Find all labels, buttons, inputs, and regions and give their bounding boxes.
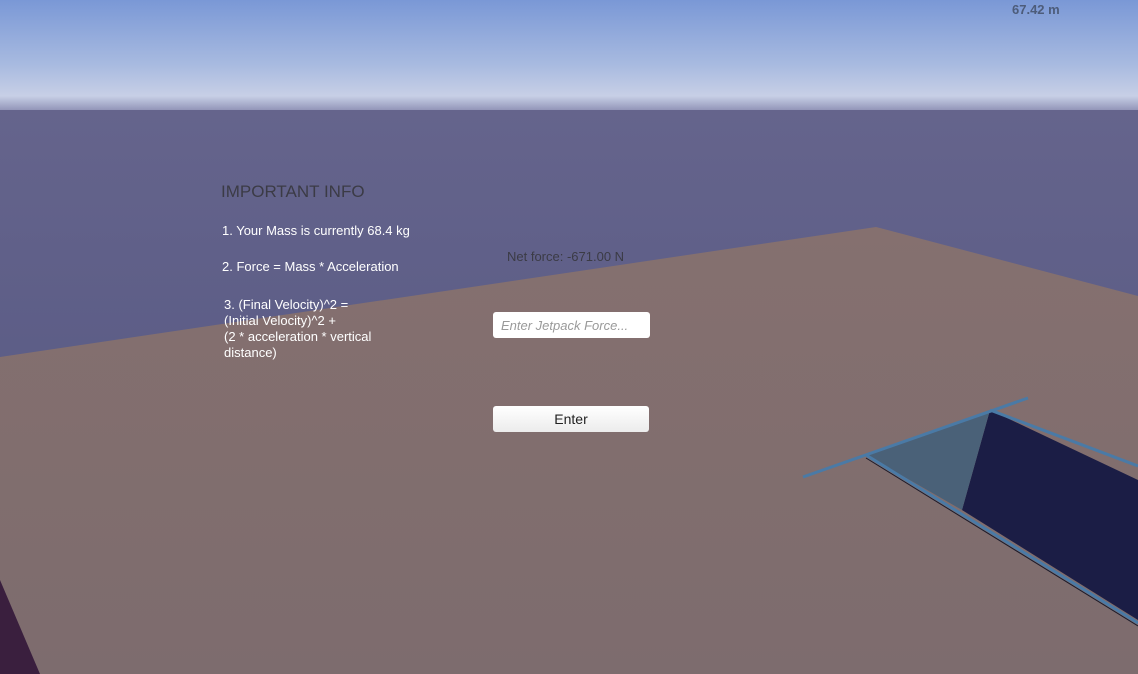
info-velocity-formula-line: (2 * acceleration * vertical bbox=[224, 329, 372, 344]
jetpack-force-input[interactable] bbox=[493, 312, 650, 338]
enter-button[interactable]: Enter bbox=[493, 406, 649, 432]
net-force-readout: Net force: -671.00 N bbox=[507, 249, 625, 264]
info-mass-line: 1. Your Mass is currently 68.4 kg bbox=[222, 223, 410, 238]
info-velocity-formula-line: 3. (Final Velocity)^2 = bbox=[224, 297, 349, 312]
info-force-formula: 2. Force = Mass * Acceleration bbox=[222, 259, 399, 274]
info-velocity-formula-line: distance) bbox=[224, 345, 277, 360]
altitude-readout: 67.42 m bbox=[1012, 2, 1060, 17]
info-panel-title: IMPORTANT INFO bbox=[221, 182, 365, 201]
info-velocity-formula: 3. (Final Velocity)^2 = (Initial Velocit… bbox=[224, 297, 424, 361]
game-viewport[interactable]: 67.42 m IMPORTANT INFO 1. Your Mass is c… bbox=[0, 0, 1138, 674]
sky bbox=[0, 0, 1138, 120]
info-velocity-formula-line: (Initial Velocity)^2 + bbox=[224, 313, 336, 328]
